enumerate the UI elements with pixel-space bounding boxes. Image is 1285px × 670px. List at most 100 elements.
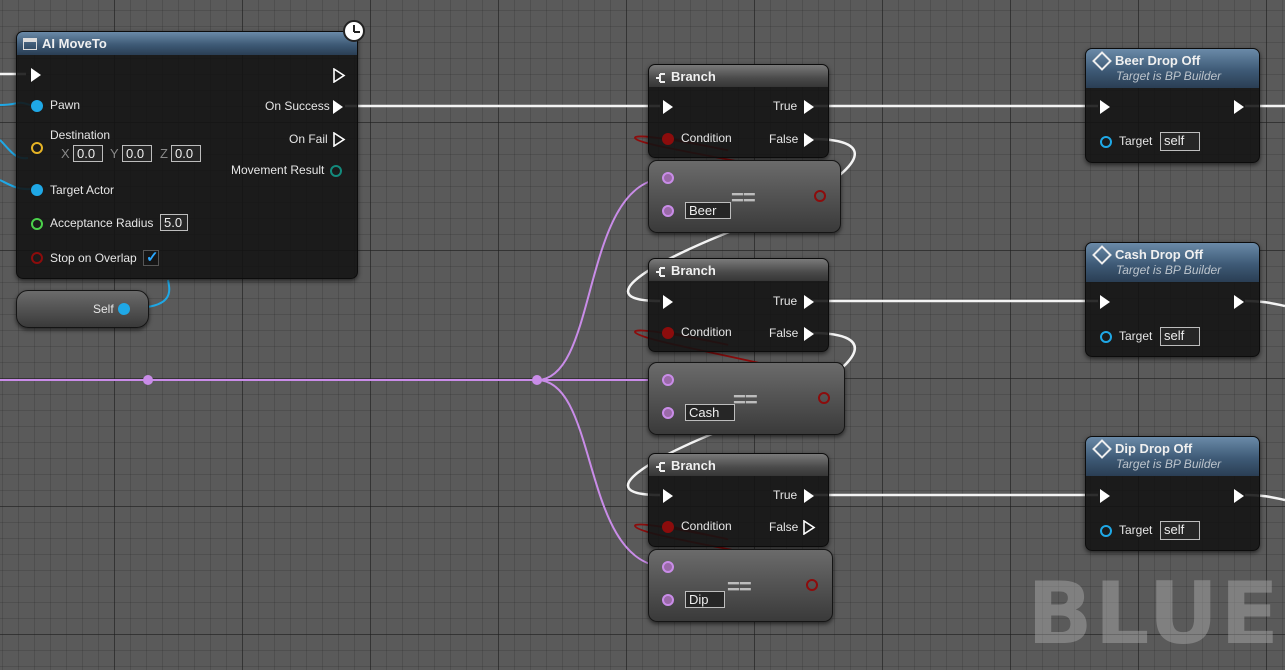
equal-b-pin-2[interactable]: [662, 407, 674, 419]
stop-on-overlap-pin[interactable]: [31, 252, 43, 264]
equal-a-pin-3[interactable]: [662, 561, 674, 573]
branch-condition-pin-1[interactable]: [662, 133, 674, 145]
on-success-label: On Success: [265, 99, 330, 113]
function-target-pin-3[interactable]: [1100, 525, 1112, 537]
self-node[interactable]: Self: [16, 290, 149, 328]
ai-move-to-title: AI MoveTo: [42, 36, 107, 52]
equal-b-pin-3[interactable]: [662, 594, 674, 606]
ai-move-to-node[interactable]: AI MoveTo Pawn Destination X 0.0 Y 0.0 Z…: [16, 31, 358, 279]
function-node-dip-drop-off[interactable]: Dip Drop Off Target is BP Builder Target…: [1085, 436, 1260, 551]
branch-true-pin-2[interactable]: [804, 295, 814, 309]
branch-true-pin-3[interactable]: [804, 489, 814, 503]
equal-out-pin-3[interactable]: [806, 579, 818, 591]
latent-clock-icon: [343, 20, 365, 42]
z-value-input[interactable]: 0.0: [171, 145, 201, 162]
equal-node-3[interactable]: Dip ==: [648, 549, 833, 622]
on-fail-label: On Fail: [289, 132, 328, 146]
branch-node-3[interactable]: Branch True Condition False: [648, 453, 829, 547]
target-actor-pin[interactable]: [31, 184, 43, 196]
function-exec-in-2[interactable]: [1100, 295, 1110, 309]
movement-result-pin[interactable]: [330, 165, 342, 177]
stop-on-overlap-checkbox[interactable]: ✓: [143, 249, 159, 266]
branch-condition-label-2: Condition: [681, 325, 732, 339]
equal-node-2[interactable]: Cash ==: [648, 362, 845, 435]
equal-a-pin-2[interactable]: [662, 374, 674, 386]
x-label: X: [61, 146, 70, 161]
branch-true-label-3: True: [773, 488, 798, 502]
branch-exec-in-3[interactable]: [663, 489, 673, 503]
function-node-beer-drop-off[interactable]: Beer Drop Off Target is BP Builder Targe…: [1085, 48, 1260, 163]
equal-b-value-1[interactable]: Beer: [685, 202, 731, 219]
function-header-1[interactable]: Beer Drop Off Target is BP Builder: [1086, 49, 1259, 88]
function-title-1: Beer Drop Off: [1115, 53, 1201, 69]
branch-condition-label-1: Condition: [681, 131, 732, 145]
ai-move-to-header[interactable]: AI MoveTo: [17, 32, 357, 55]
function-exec-out-3[interactable]: [1234, 489, 1244, 503]
function-target-label-1: Target: [1119, 134, 1153, 148]
self-pin[interactable]: [118, 303, 130, 315]
equal-b-value-2[interactable]: Cash: [685, 404, 735, 421]
branch-false-label-2: False: [769, 326, 799, 340]
z-label: Z: [160, 146, 168, 161]
branch-false-pin-2[interactable]: [804, 327, 814, 341]
equal-out-pin-2[interactable]: [818, 392, 830, 404]
branch-exec-in-1[interactable]: [663, 100, 673, 114]
pawn-label: Pawn: [50, 98, 81, 112]
branch-condition-pin-3[interactable]: [662, 521, 674, 533]
function-subtitle-2: Target is BP Builder: [1116, 263, 1222, 277]
exec-in-pin[interactable]: [31, 68, 41, 82]
branch-false-label-1: False: [769, 132, 799, 146]
pawn-pin[interactable]: [31, 100, 43, 112]
function-header-2[interactable]: Cash Drop Off Target is BP Builder: [1086, 243, 1259, 282]
branch-false-label-3: False: [769, 520, 799, 534]
equal-node-1[interactable]: Beer ==: [648, 160, 841, 233]
function-node-cash-drop-off[interactable]: Cash Drop Off Target is BP Builder Targe…: [1085, 242, 1260, 357]
equal-operator-2: ==: [733, 387, 758, 412]
function-icon: [1092, 438, 1112, 459]
function-target-label-3: Target: [1119, 523, 1153, 537]
function-exec-out-1[interactable]: [1234, 100, 1244, 114]
function-target-input-1[interactable]: self: [1160, 132, 1200, 151]
equal-b-value-3[interactable]: Dip: [685, 591, 725, 608]
branch-node-2[interactable]: Branch True Condition False: [648, 258, 829, 352]
equal-a-pin-1[interactable]: [662, 172, 674, 184]
function-exec-in-1[interactable]: [1100, 100, 1110, 114]
function-target-input-2[interactable]: self: [1160, 327, 1200, 346]
x-value-input[interactable]: 0.0: [73, 145, 103, 162]
on-fail-pin[interactable]: [333, 131, 346, 148]
function-target-pin-2[interactable]: [1100, 331, 1112, 343]
branch-title-2: Branch: [671, 263, 716, 279]
destination-pin[interactable]: [31, 142, 43, 154]
branch-condition-label-3: Condition: [681, 519, 732, 533]
function-header-3[interactable]: Dip Drop Off Target is BP Builder: [1086, 437, 1259, 476]
branch-title-3: Branch: [671, 458, 716, 474]
branch-false-pin-1[interactable]: [804, 133, 814, 147]
branch-header-1[interactable]: Branch: [649, 65, 828, 87]
function-exec-out-2[interactable]: [1234, 295, 1244, 309]
equal-b-pin-1[interactable]: [662, 205, 674, 217]
branch-node-1[interactable]: Branch True Condition False: [648, 64, 829, 158]
y-value-input[interactable]: 0.0: [122, 145, 152, 162]
function-title-3: Dip Drop Off: [1115, 441, 1193, 457]
branch-false-pin-3[interactable]: [803, 519, 816, 536]
function-exec-in-3[interactable]: [1100, 489, 1110, 503]
function-target-pin-1[interactable]: [1100, 136, 1112, 148]
function-icon: [1092, 50, 1112, 71]
y-label: Y: [110, 146, 119, 161]
branch-true-pin-1[interactable]: [804, 100, 814, 114]
checkmark-icon: ✓: [146, 249, 159, 266]
branch-header-2[interactable]: Branch: [649, 259, 828, 281]
destination-label: Destination: [50, 128, 111, 142]
acceptance-radius-input[interactable]: 5.0: [160, 214, 188, 231]
branch-header-3[interactable]: Branch: [649, 454, 828, 476]
equal-operator-1: ==: [731, 185, 756, 210]
function-target-input-3[interactable]: self: [1160, 521, 1200, 540]
equal-out-pin-1[interactable]: [814, 190, 826, 202]
branch-condition-pin-2[interactable]: [662, 327, 674, 339]
function-subtitle-1: Target is BP Builder: [1116, 69, 1222, 83]
branch-icon: [655, 265, 667, 277]
acceptance-radius-pin[interactable]: [31, 218, 43, 230]
branch-exec-in-2[interactable]: [663, 295, 673, 309]
on-success-pin[interactable]: [333, 100, 343, 114]
async-task-icon: [23, 37, 37, 50]
